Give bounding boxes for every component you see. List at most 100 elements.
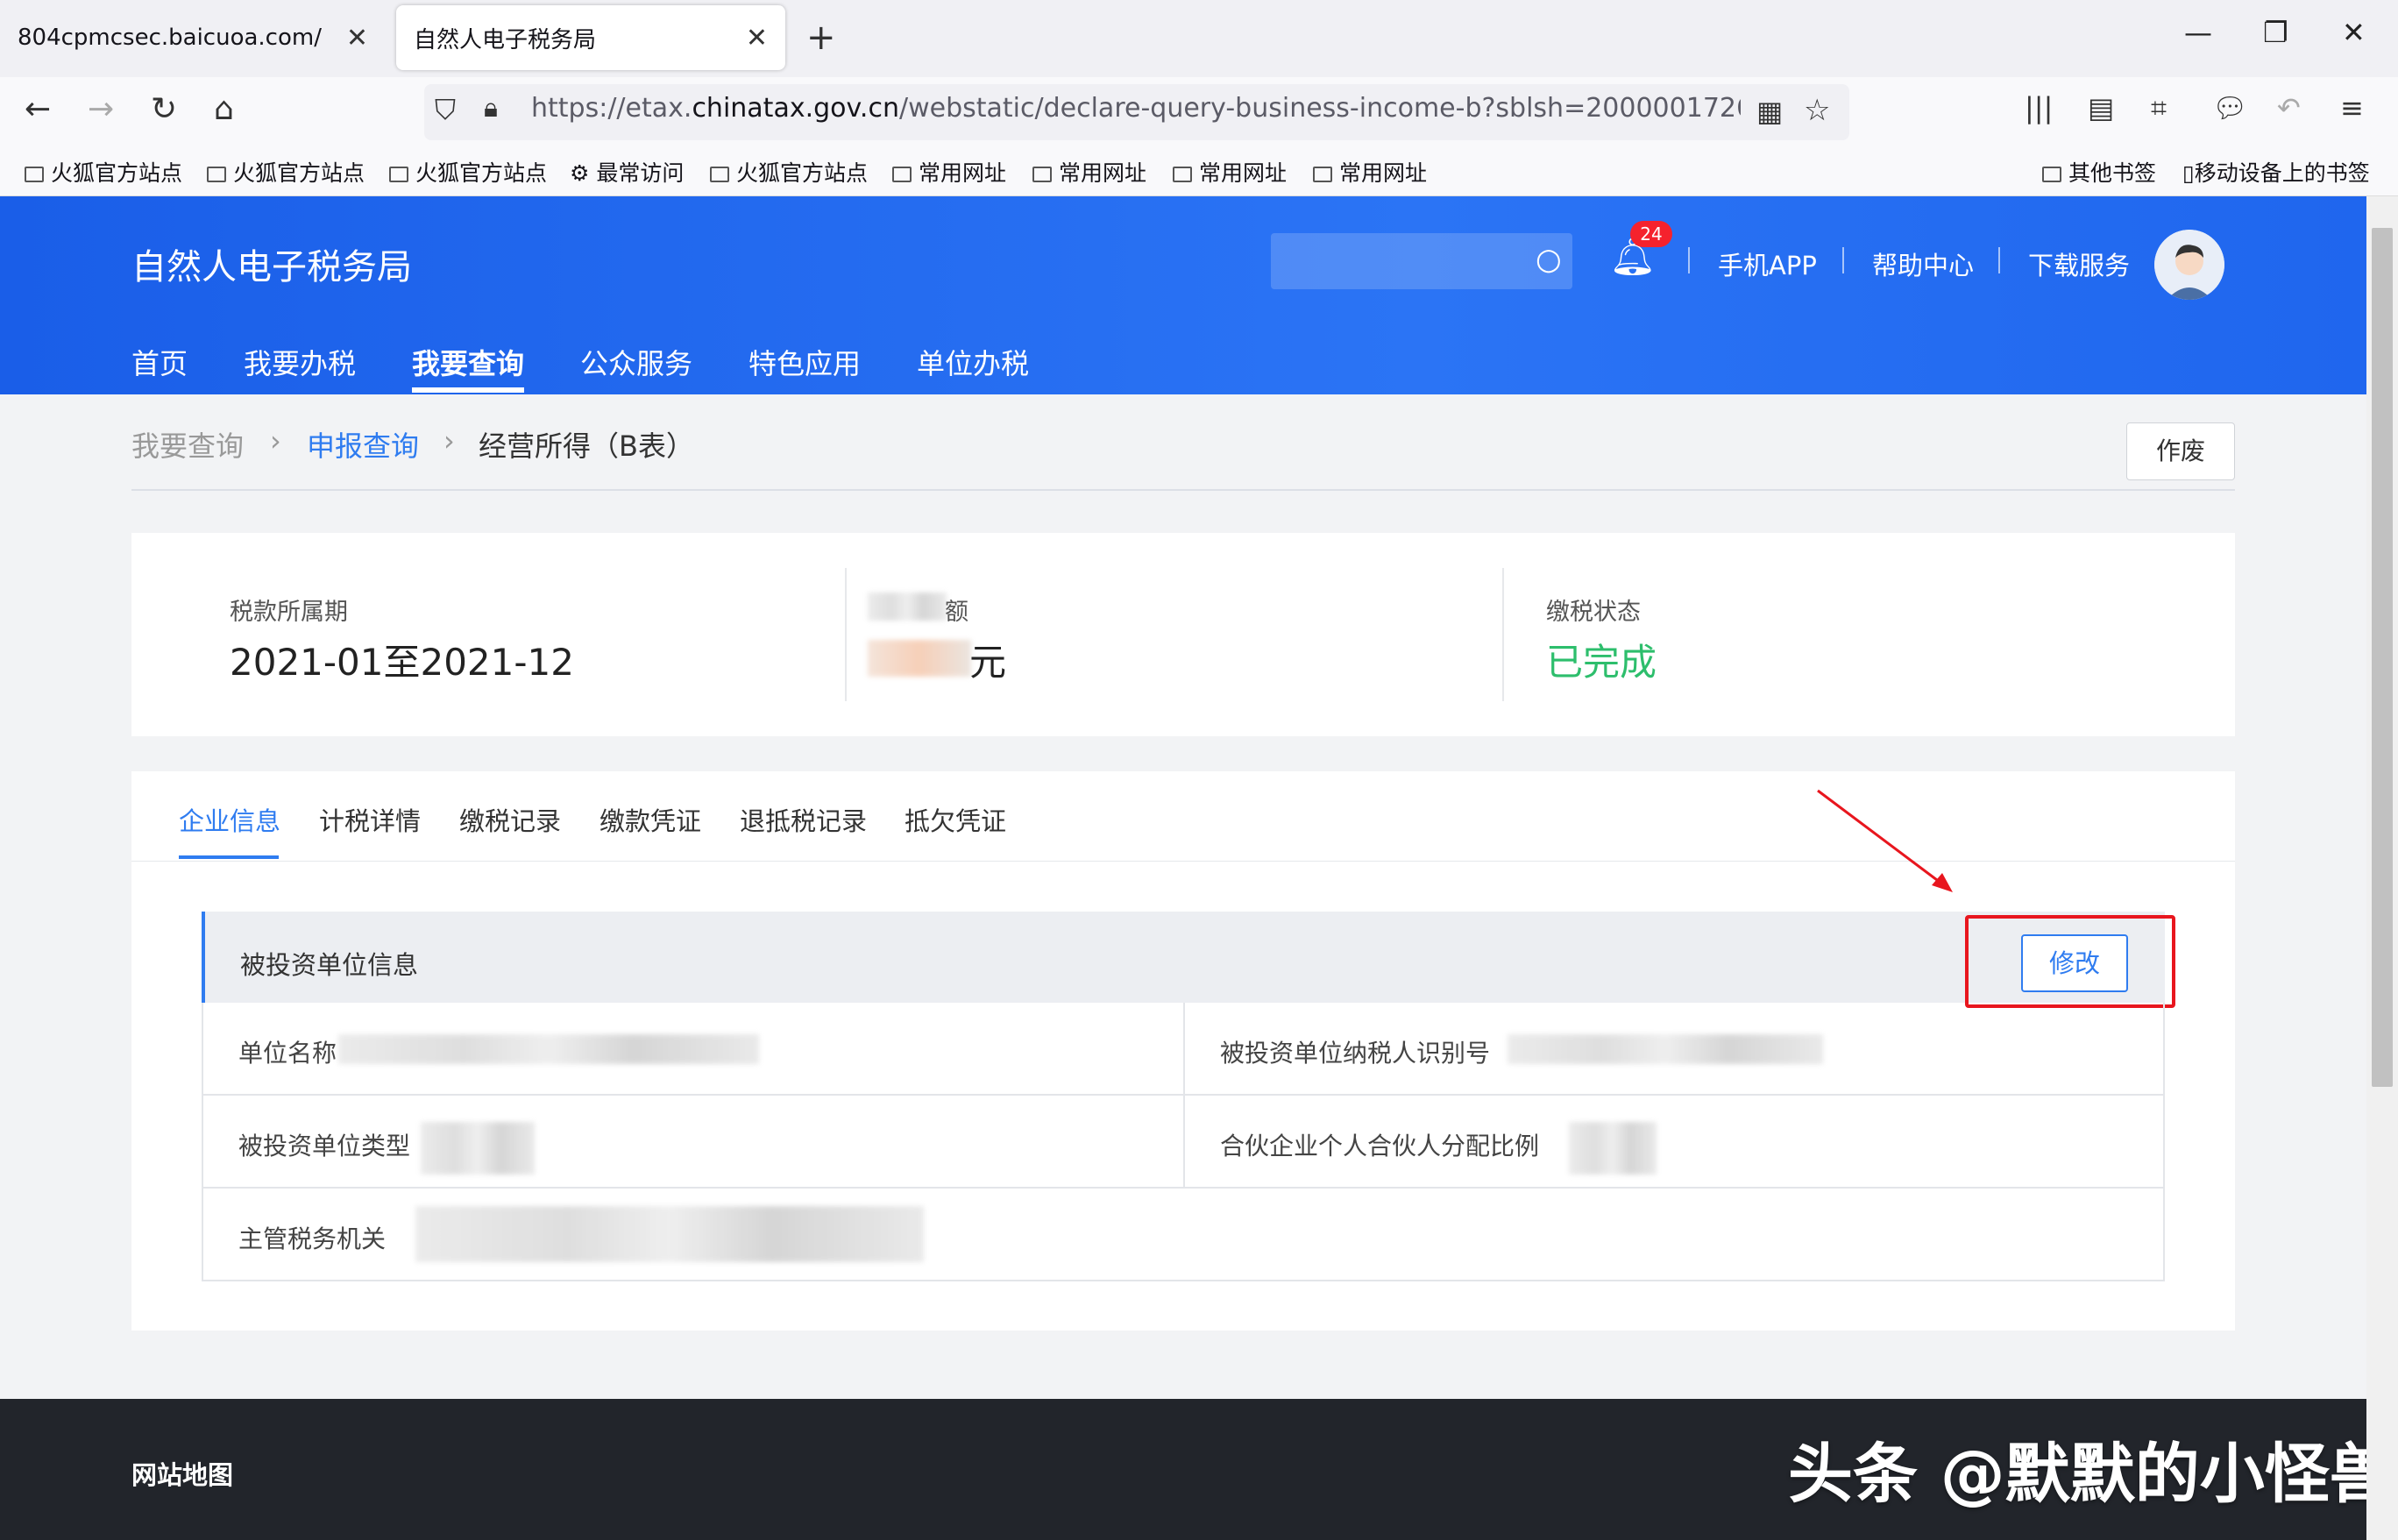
bookmark-star-icon[interactable]: ☆ [1804, 93, 1830, 128]
mobile-icon: ▯ [2182, 160, 2195, 186]
void-button[interactable]: 作废 [2126, 422, 2235, 480]
close-tab-icon[interactable]: ✕ [746, 23, 768, 53]
field-label-tax-id: 被投资单位纳税人识别号 [1220, 1039, 1491, 1068]
section-header [202, 912, 2165, 1003]
tab-title: 804cpmcsec.baicuoa.com/ [18, 25, 322, 51]
field-label-tax-authority: 主管税务机关 [238, 1224, 387, 1253]
screenshot-icon[interactable]: ⌗ [2151, 91, 2167, 125]
chevron-right-icon: › [443, 424, 455, 458]
bookmark-item[interactable]: 常用网址 [1313, 156, 1427, 188]
redacted-value [415, 1206, 924, 1262]
folder-icon [1032, 167, 1052, 182]
bookmark-item[interactable]: ⚙ 最常访问 [570, 156, 684, 188]
search-input[interactable] [1271, 233, 1572, 289]
chevron-right-icon: › [270, 424, 281, 458]
header-link-download[interactable]: 下载服务 [2028, 245, 2130, 282]
browser-tab-active[interactable]: 自然人电子税务局 ✕ [396, 5, 785, 70]
redacted-value [338, 1034, 759, 1064]
folder-icon [2042, 167, 2061, 182]
gear-icon: ⚙ [570, 160, 597, 186]
red-arrow-annotation [1817, 789, 1953, 892]
header-link-help[interactable]: 帮助中心 [1872, 245, 1974, 282]
breadcrumb-parent[interactable]: 申报查询 [307, 424, 419, 465]
shield-icon[interactable]: ⛉ [435, 93, 456, 127]
reload-icon[interactable]: ↻ [151, 91, 177, 127]
redacted-value [1508, 1034, 1823, 1064]
nav-query[interactable]: 我要查询 [412, 342, 524, 382]
nav-active-indicator [412, 387, 524, 393]
table-divider [1183, 1003, 1185, 1189]
library-icon[interactable]: ||| [2025, 91, 2053, 124]
header-divider [1842, 247, 1844, 273]
bookmark-item[interactable]: 火狐官方站点 [25, 156, 182, 188]
header-divider [1998, 247, 2000, 273]
undo-icon[interactable]: ↶ [2277, 91, 2301, 124]
tab-payment-records[interactable]: 缴税记录 [459, 801, 561, 838]
scrollbar-thumb[interactable] [2372, 228, 2393, 1087]
url-text[interactable]: https://etax.chinatax.gov.cn/webstatic/d… [531, 93, 1741, 124]
breadcrumb-root[interactable]: 我要查询 [131, 424, 244, 465]
close-tab-icon[interactable]: ✕ [346, 23, 368, 53]
highlight-box [1965, 915, 2175, 1008]
header-divider [1688, 247, 1690, 273]
browser-tab[interactable]: 804cpmcsec.baicuoa.com/ ✕ [0, 5, 386, 70]
nav-tax-handling[interactable]: 我要办税 [244, 342, 356, 382]
sidebar-icon[interactable]: ▤ [2088, 91, 2114, 124]
nav-public-service[interactable]: 公众服务 [580, 342, 692, 382]
search-icon[interactable]: ○ [1536, 242, 1562, 277]
bookmark-item[interactable]: 火狐官方站点 [710, 156, 868, 188]
tab-company-info[interactable]: 企业信息 [179, 801, 280, 838]
home-icon[interactable]: ⌂ [214, 91, 234, 127]
bookmark-item[interactable]: 常用网址 [1173, 156, 1287, 188]
amount-value: 元 [969, 641, 1007, 684]
summary-divider [845, 568, 847, 701]
status-label: 缴税状态 [1546, 599, 1641, 626]
nav-home[interactable]: 首页 [131, 342, 188, 382]
close-window-icon[interactable]: ✕ [2342, 16, 2366, 49]
tab-payment-receipts[interactable]: 缴款凭证 [600, 801, 701, 838]
avatar[interactable] [2154, 230, 2224, 300]
breadcrumb-current: 经营所得（B表） [479, 429, 694, 463]
field-label-unit-name: 单位名称 [238, 1039, 337, 1068]
tab-refund-records[interactable]: 退抵税记录 [740, 801, 867, 838]
restore-icon[interactable]: ❐ [2263, 16, 2288, 49]
section-title: 被投资单位信息 [240, 950, 419, 980]
tab-arrears-receipts[interactable]: 抵欠凭证 [905, 801, 1006, 838]
bookmark-item[interactable]: 常用网址 [892, 156, 1006, 188]
chat-icon[interactable]: 💬︎ [2212, 91, 2248, 124]
new-tab-icon[interactable]: + [806, 18, 836, 58]
header-link-app[interactable]: 手机APP [1718, 245, 1817, 282]
site-logo[interactable]: 自然人电子税务局 [131, 238, 412, 289]
back-icon[interactable]: ← [25, 91, 51, 127]
folder-icon [389, 167, 408, 182]
redacted-value [421, 1122, 535, 1175]
qr-code-icon[interactable]: ▦ [1756, 95, 1783, 128]
folder-icon [25, 167, 44, 182]
status-value: 已完成 [1546, 641, 1657, 684]
redacted-value [1569, 1122, 1657, 1175]
sitemap-link[interactable]: 网站地图 [131, 1455, 233, 1492]
field-label-unit-type: 被投资单位类型 [238, 1132, 411, 1160]
tab-tax-details[interactable]: 计税详情 [319, 801, 421, 838]
minimize-icon[interactable]: — [2184, 16, 2212, 49]
bookmark-item[interactable]: 火狐官方站点 [389, 156, 547, 188]
redacted-amount-value [868, 640, 971, 677]
amount-label: 额 [945, 599, 968, 626]
folder-icon [892, 167, 912, 182]
forward-icon[interactable]: → [88, 91, 114, 127]
folder-icon [1313, 167, 1332, 182]
bookmark-mobile[interactable]: ▯移动设备上的书签 [2182, 156, 2370, 188]
bookmark-other[interactable]: 其他书签 [2042, 156, 2156, 188]
folder-icon [710, 167, 729, 182]
watermark: 头条 @默默的小怪兽 [1788, 1437, 2394, 1512]
folder-icon [207, 167, 226, 182]
nav-featured-apps[interactable]: 特色应用 [748, 342, 861, 382]
field-label-partner-ratio: 合伙企业个人合伙人分配比例 [1220, 1132, 1540, 1160]
lock-icon[interactable]: 🔒︎ [484, 93, 498, 124]
tab-active-indicator [179, 855, 279, 859]
menu-icon[interactable]: ≡ [2340, 91, 2364, 124]
nav-unit-tax[interactable]: 单位办税 [917, 342, 1029, 382]
bookmark-item[interactable]: 常用网址 [1032, 156, 1146, 188]
bookmark-item[interactable]: 火狐官方站点 [207, 156, 365, 188]
redacted-amount-label [868, 593, 947, 621]
